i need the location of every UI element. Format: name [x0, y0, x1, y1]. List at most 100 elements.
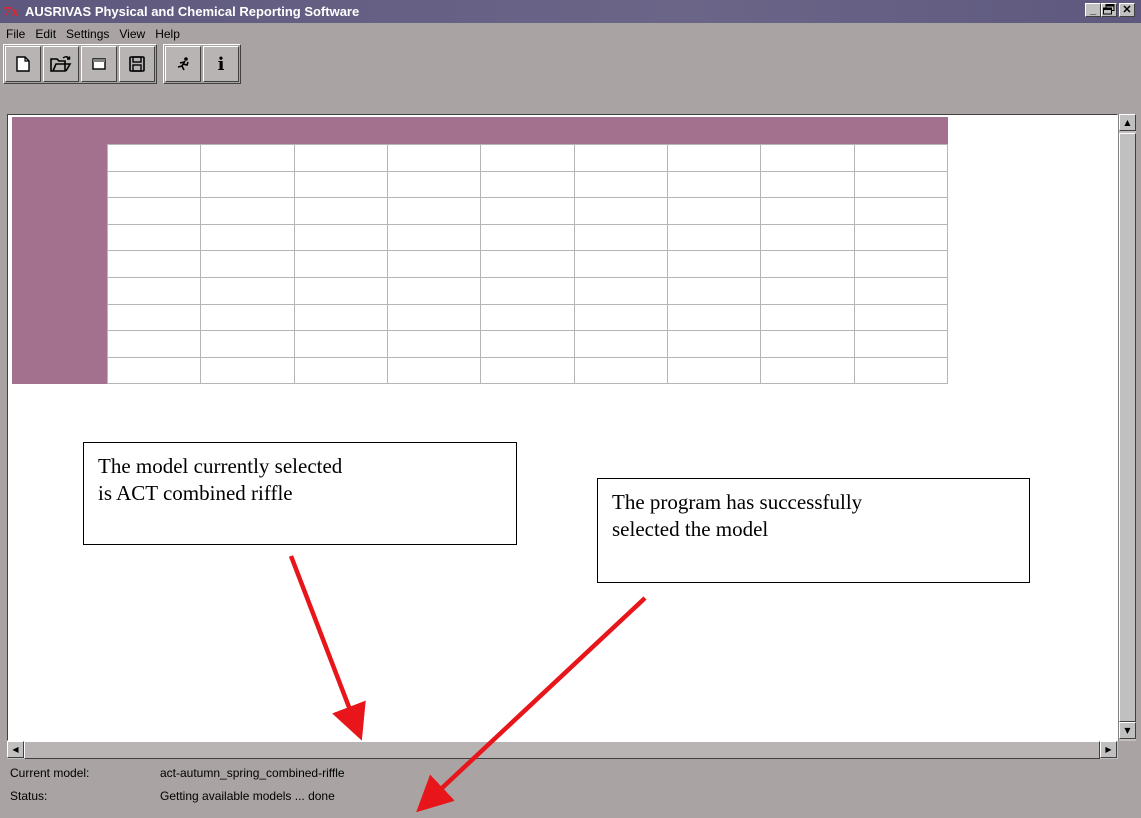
- grid-cell[interactable]: [386, 330, 482, 358]
- grid-cell[interactable]: [200, 197, 295, 225]
- grid-cell[interactable]: [106, 197, 202, 225]
- run-button[interactable]: [165, 46, 201, 82]
- grid-cell[interactable]: [293, 276, 388, 305]
- grid-cell[interactable]: [106, 356, 202, 385]
- grid-cell[interactable]: [760, 223, 855, 252]
- scroll-right-arrow[interactable]: ▶: [1100, 741, 1117, 758]
- grid-cell[interactable]: [666, 356, 762, 385]
- grid-cell[interactable]: [293, 197, 388, 225]
- grid-cell[interactable]: [480, 144, 575, 172]
- grid-cell[interactable]: [480, 223, 575, 252]
- grid-cell[interactable]: [853, 276, 949, 305]
- grid-cell[interactable]: [293, 356, 388, 385]
- menu-edit[interactable]: Edit: [30, 27, 61, 41]
- grid-cell[interactable]: [573, 223, 668, 252]
- grid-cell[interactable]: [760, 144, 855, 172]
- grid-cell[interactable]: [573, 250, 668, 278]
- grid-cell[interactable]: [480, 197, 575, 225]
- grid-cell[interactable]: [760, 356, 855, 385]
- grid-cell[interactable]: [760, 303, 855, 332]
- grid-cell[interactable]: [106, 223, 202, 252]
- grid-cell[interactable]: [760, 330, 855, 358]
- grid-cell[interactable]: [573, 144, 668, 172]
- data-grid[interactable]: [106, 144, 949, 385]
- grid-cell[interactable]: [760, 250, 855, 278]
- grid-cell[interactable]: [760, 170, 855, 199]
- grid-cell[interactable]: [666, 250, 762, 278]
- grid-cell[interactable]: [106, 170, 202, 199]
- menu-view[interactable]: View: [114, 27, 150, 41]
- grid-cell[interactable]: [106, 303, 202, 332]
- horizontal-scrollbar[interactable]: ◀ ▶: [7, 741, 1118, 759]
- close-button[interactable]: ✕: [1119, 3, 1135, 17]
- minimize-button[interactable]: _: [1085, 3, 1101, 17]
- grid-cell[interactable]: [293, 144, 388, 172]
- grid-cell[interactable]: [200, 250, 295, 278]
- horizontal-scroll-thumb[interactable]: [24, 741, 1100, 759]
- grid-cell[interactable]: [200, 144, 295, 172]
- grid-cell[interactable]: [573, 197, 668, 225]
- vertical-scroll-thumb[interactable]: [1119, 133, 1136, 722]
- grid-cell[interactable]: [666, 276, 762, 305]
- grid-cell[interactable]: [106, 330, 202, 358]
- grid-cell[interactable]: [386, 303, 482, 332]
- grid-cell[interactable]: [853, 356, 949, 385]
- grid-cell[interactable]: [200, 276, 295, 305]
- open-button[interactable]: [43, 46, 79, 82]
- menu-settings[interactable]: Settings: [61, 27, 114, 41]
- scroll-up-arrow[interactable]: ▲: [1119, 114, 1136, 131]
- vertical-scrollbar[interactable]: ▲ ▼: [1118, 114, 1136, 741]
- grid-cell[interactable]: [293, 303, 388, 332]
- menu-file[interactable]: File: [0, 27, 30, 41]
- grid-cell[interactable]: [573, 330, 668, 358]
- grid-cell[interactable]: [853, 170, 949, 199]
- grid-cell[interactable]: [853, 303, 949, 332]
- grid-cell[interactable]: [200, 170, 295, 199]
- grid-cell[interactable]: [386, 223, 482, 252]
- grid-cell[interactable]: [573, 356, 668, 385]
- grid-cell[interactable]: [200, 356, 295, 385]
- grid-cell[interactable]: [293, 330, 388, 358]
- grid-cell[interactable]: [106, 276, 202, 305]
- grid-cell[interactable]: [666, 330, 762, 358]
- grid-cell[interactable]: [386, 356, 482, 385]
- grid-cell[interactable]: [200, 330, 295, 358]
- grid-cell[interactable]: [760, 197, 855, 225]
- grid-cell[interactable]: [480, 330, 575, 358]
- grid-cell[interactable]: [200, 303, 295, 332]
- grid-cell[interactable]: [853, 223, 949, 252]
- grid-cell[interactable]: [573, 303, 668, 332]
- grid-cell[interactable]: [573, 276, 668, 305]
- info-button[interactable]: i: [203, 46, 239, 82]
- restore-button[interactable]: [1101, 3, 1117, 17]
- grid-cell[interactable]: [106, 144, 202, 172]
- save-button[interactable]: [119, 46, 155, 82]
- grid-cell[interactable]: [853, 144, 949, 172]
- grid-cell[interactable]: [386, 170, 482, 199]
- grid-cell[interactable]: [386, 250, 482, 278]
- grid-cell[interactable]: [666, 197, 762, 225]
- grid-cell[interactable]: [293, 250, 388, 278]
- grid-cell[interactable]: [293, 170, 388, 199]
- app-icon[interactable]: 7x: [3, 5, 23, 19]
- grid-cell[interactable]: [666, 303, 762, 332]
- grid-cell[interactable]: [386, 276, 482, 305]
- grid-cell[interactable]: [200, 223, 295, 252]
- grid-cell[interactable]: [760, 276, 855, 305]
- grid-cell[interactable]: [480, 303, 575, 332]
- scroll-down-arrow[interactable]: ▼: [1119, 722, 1136, 739]
- grid-cell[interactable]: [106, 250, 202, 278]
- grid-cell[interactable]: [386, 197, 482, 225]
- menu-help[interactable]: Help: [150, 27, 185, 41]
- grid-cell[interactable]: [480, 250, 575, 278]
- new-file-button[interactable]: [5, 46, 41, 82]
- grid-cell[interactable]: [853, 330, 949, 358]
- grid-cell[interactable]: [853, 250, 949, 278]
- grid-cell[interactable]: [480, 170, 575, 199]
- grid-cell[interactable]: [666, 170, 762, 199]
- grid-cell[interactable]: [480, 356, 575, 385]
- grid-cell[interactable]: [293, 223, 388, 252]
- scroll-left-arrow[interactable]: ◀: [7, 741, 24, 758]
- window-button[interactable]: [81, 46, 117, 82]
- grid-cell[interactable]: [666, 223, 762, 252]
